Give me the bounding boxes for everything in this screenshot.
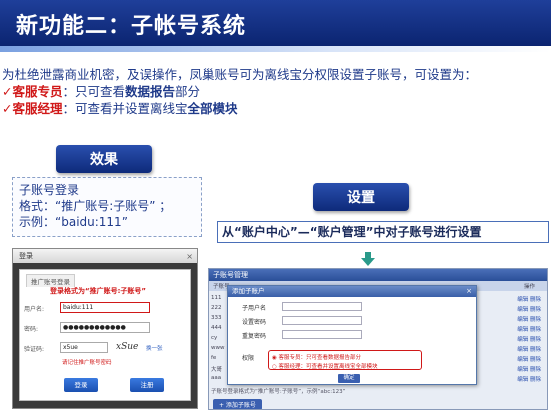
username-label: 用户名:: [24, 306, 45, 313]
role-desc: ：只可查看: [62, 84, 126, 99]
check-icon: ✓: [2, 84, 13, 99]
role-highlight: 数据报告: [125, 84, 176, 99]
title-divider: [0, 46, 551, 52]
login-format-hint: 登录格式为“推广账号:子账号”: [50, 287, 147, 295]
row-actions[interactable]: 编辑 删除: [517, 345, 541, 353]
login-screenshot: 登录 × 推广账号登录 登录格式为“推广账号:子账号” 用户名: baidu:1…: [12, 248, 198, 409]
login-window-titlebar: 登录 ×: [13, 249, 197, 263]
table-row: 444: [211, 325, 222, 331]
permission-radio-staff[interactable]: ◉ 客服专员：只可查看数据报告部分: [272, 353, 361, 361]
add-subaccount-button[interactable]: + 添加子账号: [213, 399, 262, 409]
table-row: fe: [211, 355, 217, 361]
subaccount-format-note: 子账号登录格式为“推广账号:子账号”，示例“abc:123”: [211, 389, 346, 395]
role-point-staff: ✓客服专员：只可查看数据报告部分: [2, 83, 200, 100]
intro-text: 为杜绝泄露商业机密，及误操作，凤巢账号可为离线宝分权限设置子账号，可设置为：: [2, 67, 478, 82]
login-window-title: 登录: [19, 252, 33, 260]
role-name: 客服经理: [12, 101, 63, 116]
row-actions[interactable]: 编辑 删除: [517, 295, 541, 303]
title-banner: 新功能二：子帐号系统: [0, 0, 551, 46]
row-actions[interactable]: 编辑 删除: [517, 315, 541, 323]
setting-caption: 从“账户中心”—“账户管理”中对子账号进行设置: [217, 221, 549, 243]
role-desc: ：可查看并设置离线宝: [62, 101, 188, 116]
confirm-button[interactable]: 确定: [338, 374, 360, 383]
permission-label: 权限: [242, 355, 255, 362]
row-actions[interactable]: 编辑 删除: [517, 365, 541, 373]
slide-title: 新功能二：子帐号系统: [16, 14, 247, 39]
effect-label: 效果: [56, 145, 152, 173]
permission-radio-manager[interactable]: ○ 客服经理：可查看并设置离线宝全部模块: [272, 362, 378, 370]
table-row: 大哥: [211, 367, 223, 373]
subaccount-header: 子账号管理: [209, 269, 547, 281]
table-row: cy: [211, 335, 218, 341]
effect-line: 格式：“推广账号:子账号” ；: [19, 199, 172, 213]
effect-line: 示例：“baidu:111”: [19, 215, 128, 229]
password-label: 密码:: [24, 326, 39, 333]
table-row: 222: [211, 305, 222, 311]
remember-checkbox[interactable]: 请记住推广账号密码: [62, 358, 112, 366]
subuser-name-label: 子用户名: [242, 305, 267, 312]
effect-box: 子账号登录 格式：“推广账号:子账号” ； 示例：“baidu:111”: [12, 177, 202, 237]
row-actions[interactable]: 编辑 删除: [517, 355, 541, 363]
table-row: aaa: [211, 375, 222, 381]
row-actions[interactable]: 编辑 删除: [517, 335, 541, 343]
check-icon: ✓: [2, 101, 13, 116]
table-row: 111: [211, 295, 222, 301]
login-button[interactable]: 登录: [64, 378, 98, 392]
table-row: www: [211, 345, 225, 351]
row-actions[interactable]: 编辑 删除: [517, 305, 541, 313]
captcha-refresh-link[interactable]: 换一张: [146, 344, 163, 352]
subaccount-screenshot: 子账号管理 子账号 操作 111 222 333 444 cy www fe 大…: [208, 268, 548, 410]
setting-label: 设置: [313, 183, 409, 211]
close-icon[interactable]: ×: [186, 250, 193, 264]
captcha-input[interactable]: x5ue: [60, 342, 108, 353]
dialog-titlebar: 添加子账户 ×: [228, 286, 476, 297]
row-actions[interactable]: 编辑 删除: [517, 375, 541, 383]
captcha-image: xSue: [116, 342, 139, 352]
close-icon[interactable]: ×: [466, 286, 472, 297]
subuser-name-input[interactable]: [282, 302, 362, 311]
set-password-input[interactable]: [282, 316, 362, 325]
set-password-label: 设置密码: [242, 319, 267, 326]
down-arrow-icon: [361, 252, 375, 266]
repeat-password-label: 重复密码: [242, 333, 267, 340]
role-suffix: 部分: [175, 84, 201, 99]
dialog-title: 添加子账户: [232, 287, 265, 295]
password-input[interactable]: ●●●●●●●●●●●●: [60, 322, 150, 333]
column-header-op: 操作: [523, 284, 535, 290]
register-button[interactable]: 注册: [130, 378, 164, 392]
role-highlight: 全部模块: [187, 101, 238, 116]
username-input[interactable]: baidu:111: [60, 302, 150, 313]
login-panel: 推广账号登录 登录格式为“推广账号:子账号” 用户名: baidu:111 密码…: [19, 269, 191, 401]
table-row: 333: [211, 315, 222, 321]
add-subaccount-dialog: 添加子账户 × 子用户名 设置密码 重复密码 权限 ◉ 客服专员：只可查看数据报…: [227, 285, 477, 385]
row-actions[interactable]: 编辑 删除: [517, 325, 541, 333]
effect-line: 子账号登录: [19, 183, 80, 197]
repeat-password-input[interactable]: [282, 330, 362, 339]
role-name: 客服专员: [12, 84, 63, 99]
captcha-label: 验证码:: [24, 346, 45, 353]
role-point-manager: ✓客服经理：可查看并设置离线宝全部模块: [2, 100, 238, 117]
